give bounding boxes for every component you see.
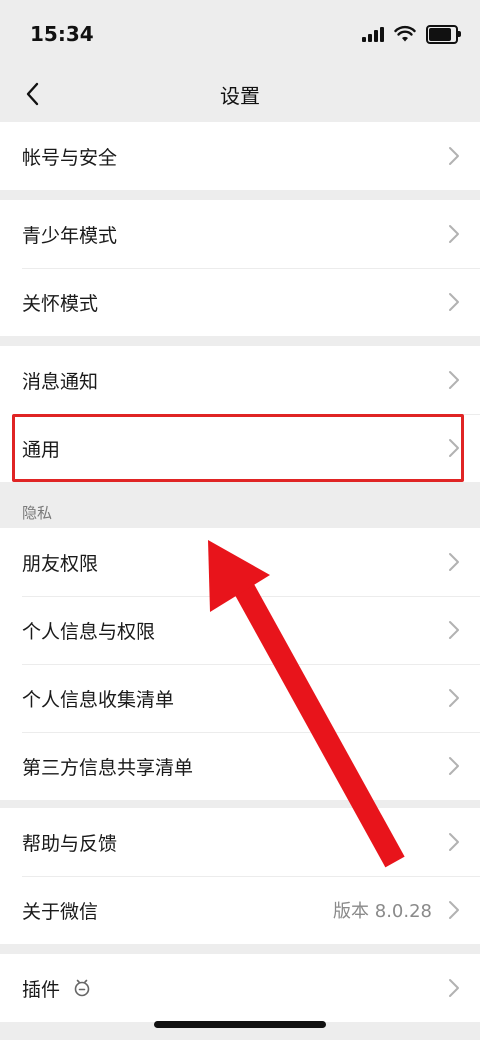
settings-item-label: 第三方信息共享清单 — [22, 756, 194, 779]
settings-group-privacy: 朋友权限 个人信息与权限 个人信息收集清单 第三方信息共享清单 — [0, 528, 480, 800]
chevron-right-icon — [449, 293, 459, 311]
settings-item-personal-info-permissions[interactable]: 个人信息与权限 — [0, 596, 480, 664]
settings-item-plugins[interactable]: 插件 — [0, 954, 480, 1022]
settings-item-friend-permissions[interactable]: 朋友权限 — [0, 528, 480, 596]
settings-item-label: 个人信息收集清单 — [22, 688, 175, 711]
settings-item-label: 关于微信 — [22, 900, 99, 923]
settings-item-label: 个人信息与权限 — [22, 620, 156, 643]
settings-item-notifications[interactable]: 消息通知 — [0, 346, 480, 414]
chevron-right-icon — [449, 901, 459, 919]
settings-group-modes: 青少年模式 关怀模式 — [0, 200, 480, 336]
settings-item-label: 插件 — [22, 978, 61, 1001]
section-header-label: 隐私 — [22, 504, 53, 522]
signal-icon — [362, 26, 386, 42]
settings-item-care-mode[interactable]: 关怀模式 — [0, 268, 480, 336]
settings-group-plugins: 插件 — [0, 954, 480, 1022]
chevron-right-icon — [449, 553, 459, 571]
settings-item-personal-info-collection[interactable]: 个人信息收集清单 — [0, 664, 480, 732]
settings-group-about: 帮助与反馈 关于微信 版本 8.0.28 — [0, 808, 480, 944]
settings-item-about-wechat[interactable]: 关于微信 版本 8.0.28 — [0, 876, 480, 944]
wifi-icon — [394, 25, 416, 42]
plugin-icon — [74, 979, 90, 997]
settings-item-label: 帮助与反馈 — [22, 832, 118, 855]
status-time: 15:34 — [30, 22, 94, 46]
chevron-right-icon — [449, 371, 459, 389]
settings-item-label: 消息通知 — [22, 370, 99, 393]
status-icons — [362, 24, 461, 44]
settings-item-label: 关怀模式 — [22, 292, 99, 315]
chevron-right-icon — [449, 979, 459, 997]
navigation-bar: 设置 — [0, 66, 480, 122]
page-title: 设置 — [220, 84, 260, 108]
chevron-right-icon — [449, 621, 459, 639]
version-value: 版本 8.0.28 — [333, 901, 432, 922]
chevron-right-icon — [449, 833, 459, 851]
settings-item-label: 朋友权限 — [22, 552, 99, 575]
status-bar: 15:34 — [0, 0, 480, 66]
section-header-privacy: 隐私 — [0, 496, 480, 528]
settings-item-help-feedback[interactable]: 帮助与反馈 — [0, 808, 480, 876]
settings-group-account: 帐号与安全 — [0, 122, 480, 190]
settings-item-label: 青少年模式 — [22, 224, 118, 247]
settings-item-teen-mode[interactable]: 青少年模式 — [0, 200, 480, 268]
home-indicator — [154, 1021, 326, 1028]
chevron-right-icon — [449, 689, 459, 707]
highlight-box — [12, 414, 464, 482]
settings-item-account-security[interactable]: 帐号与安全 — [0, 122, 480, 190]
chevron-right-icon — [449, 225, 459, 243]
battery-icon — [426, 24, 461, 44]
chevron-right-icon — [449, 757, 459, 775]
settings-item-label: 帐号与安全 — [22, 146, 118, 169]
chevron-right-icon — [449, 147, 459, 165]
settings-item-third-party-sharing[interactable]: 第三方信息共享清单 — [0, 732, 480, 800]
